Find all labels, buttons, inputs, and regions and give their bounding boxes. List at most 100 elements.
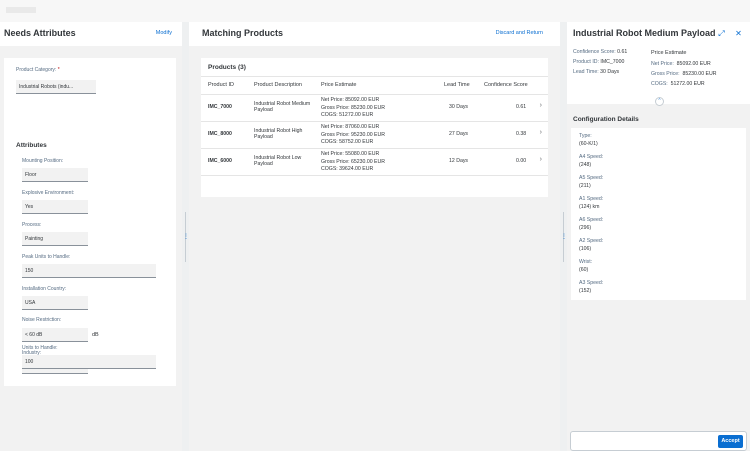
chevron-right-icon: › (539, 102, 542, 109)
confidence-score: 0.38 (516, 131, 527, 137)
explosive-environment-field[interactable]: Yes (22, 200, 88, 214)
cogs: COGS: 51272.00 EUR (321, 112, 374, 118)
panel-header: Matching Products Discard and Return (189, 22, 560, 46)
mounting-position-label: Mounting Position: (22, 158, 64, 164)
chevron-right-icon: › (539, 156, 542, 163)
explosive-environment-label: Explosive Environment: (22, 190, 75, 196)
lead-time: 12 Days (449, 158, 469, 164)
gross-price: Gross Price: 95230.00 EUR (321, 131, 386, 138)
required-marker: * (57, 67, 60, 73)
config-item: A6 Speed: (296) (579, 217, 604, 231)
divider (201, 76, 548, 77)
splitter-left[interactable]: ⋮ (182, 22, 189, 451)
noise-restriction-field[interactable]: < 60 dB (22, 328, 88, 342)
detail-title: Industrial Robot Medium Payload (573, 28, 716, 38)
cogs-label: COGS: (651, 81, 668, 87)
product-detail-panel: Industrial Robot Medium Payload ⤢ ✕ Conf… (567, 22, 750, 451)
noise-unit: dB (92, 332, 99, 338)
cogs: COGS: 58752.00 EUR (321, 139, 374, 145)
column-header-price[interactable]: Price Estimate (321, 82, 356, 88)
confidence-score: 0.61 (516, 104, 527, 110)
splitter-right[interactable]: ⋮ (560, 22, 567, 451)
shell-bar (0, 0, 750, 22)
peak-units-label: Peak Units to Handle: (22, 254, 71, 260)
table-row[interactable]: IMC_6000 Industrial Robot Low Payload Ne… (201, 149, 548, 175)
column-header-description[interactable]: Product Description (254, 82, 302, 88)
product-id: IMC_6000 (208, 158, 232, 164)
grip-icon[interactable]: ⋮ (183, 233, 189, 241)
column-header-lead-time[interactable]: Lead Time (444, 82, 470, 88)
needs-attributes-panel: Needs Attributes Modify Product Category… (0, 22, 182, 451)
lead-time-meta: Lead Time: 30 Days (573, 69, 620, 75)
product-id-meta: Product ID: IMC_7000 (573, 59, 625, 65)
table-row[interactable]: IMC_8000 Industrial Robot High Payload N… (201, 122, 548, 148)
config-item: A3 Speed: (152) (579, 280, 604, 294)
divider (201, 175, 548, 176)
mounting-position-field[interactable]: Floor (22, 168, 88, 182)
fullscreen-icon[interactable]: ⤢ (717, 29, 726, 38)
config-item: A2 Speed: (106) (579, 238, 604, 252)
net-price: Net Price: 55080.00 EUR (321, 151, 380, 157)
accept-button[interactable]: Accept (718, 435, 743, 448)
price-estimate-title: Price Estimate (651, 50, 687, 56)
detail-header: Industrial Robot Medium Payload ⤢ ✕ Conf… (567, 22, 750, 104)
confidence-meta: Confidence Score: 0.61 (573, 49, 628, 55)
config-item: A5 Speed: (211) (579, 175, 604, 189)
attributes-heading: Attributes (16, 142, 47, 149)
matching-products-panel: Matching Products Discard and Return Pro… (189, 22, 560, 451)
installation-country-field[interactable]: USA (22, 296, 88, 310)
lead-time: 27 Days (449, 131, 469, 137)
confidence-score: 0.00 (516, 158, 527, 164)
close-icon[interactable]: ✕ (734, 29, 743, 38)
configuration-details-card: Type: (60-K/1) A4 Speed: (248) A5 Speed: (2… (571, 128, 746, 300)
product-description: Industrial Robot Low Payload (254, 155, 302, 168)
gross-price: Gross Price: 65230.00 EUR (321, 158, 386, 165)
cogs-line: COGS: 51272.00 EUR (651, 81, 705, 87)
attributes-card: Product Category: * Industrial Robots (i… (4, 58, 176, 386)
net-price-label: Net Price: (651, 61, 674, 67)
products-table: Products (3) Product ID Product Descript… (201, 58, 548, 197)
product-description: Industrial Robot Medium Payload (254, 101, 311, 114)
products-count: Products (3) (208, 64, 246, 71)
lead-time: 30 Days (449, 104, 469, 110)
net-price-line: Net Price: 85092.00 EUR (651, 61, 711, 67)
product-category-label: Product Category: * (16, 67, 60, 73)
discard-and-return-button[interactable]: Discard and Return (496, 30, 543, 36)
panel-title: Needs Attributes (4, 28, 76, 38)
column-header-confidence[interactable]: Confidence Score (484, 82, 528, 88)
collapse-header-button[interactable]: ⌃ (655, 97, 664, 106)
logo-placeholder (6, 7, 36, 13)
chevron-right-icon: › (539, 129, 542, 136)
noise-restriction-label: Noise Restriction: (22, 317, 62, 323)
gross-price-value: 85230.00 EUR (682, 71, 717, 77)
panel-title: Matching Products (202, 28, 284, 38)
config-item: A1 Speed: (124) km (579, 196, 604, 210)
product-id: IMC_7000 (208, 104, 232, 110)
gross-price-line: Gross Price: 85230.00 EUR (651, 71, 716, 77)
table-row[interactable]: IMC_7000 Industrial Robot Medium Payload… (201, 95, 548, 121)
config-item: Type: (60-K/1) (579, 133, 598, 147)
net-price: Net Price: 87060.00 EUR (321, 124, 380, 130)
product-description: Industrial Robot High Payload (254, 128, 303, 141)
units-to-handle-label: Units to Handle: (22, 345, 58, 351)
cogs: COGS: 39624.00 EUR (321, 166, 374, 172)
process-label: Process: (22, 222, 42, 228)
gross-price: Gross Price: 85230.00 EUR (321, 104, 386, 111)
product-id: IMC_8000 (208, 131, 232, 137)
net-price-value: 85092.00 EUR (676, 61, 711, 67)
panel-header: Needs Attributes Modify (0, 22, 182, 46)
product-category-field[interactable]: Industrial Robots (indu... (16, 80, 96, 94)
config-item: A4 Speed: (248) (579, 154, 604, 168)
units-to-handle-field[interactable]: 100 (22, 355, 156, 369)
process-field[interactable]: Painting (22, 232, 88, 246)
configuration-details-title: Configuration Details (573, 116, 639, 123)
gross-price-label: Gross Price: (651, 71, 680, 77)
column-header-product-id[interactable]: Product ID (208, 82, 234, 88)
net-price: Net Price: 85092.00 EUR (321, 97, 380, 103)
cogs-value: 51272.00 EUR (670, 81, 705, 87)
grip-icon[interactable]: ⋮ (561, 233, 567, 241)
peak-units-field[interactable]: 150 (22, 264, 156, 278)
modify-button[interactable]: Modify (156, 30, 172, 36)
installation-country-label: Installation Country: (22, 286, 67, 292)
config-item: Wrist: (60) (579, 259, 593, 273)
